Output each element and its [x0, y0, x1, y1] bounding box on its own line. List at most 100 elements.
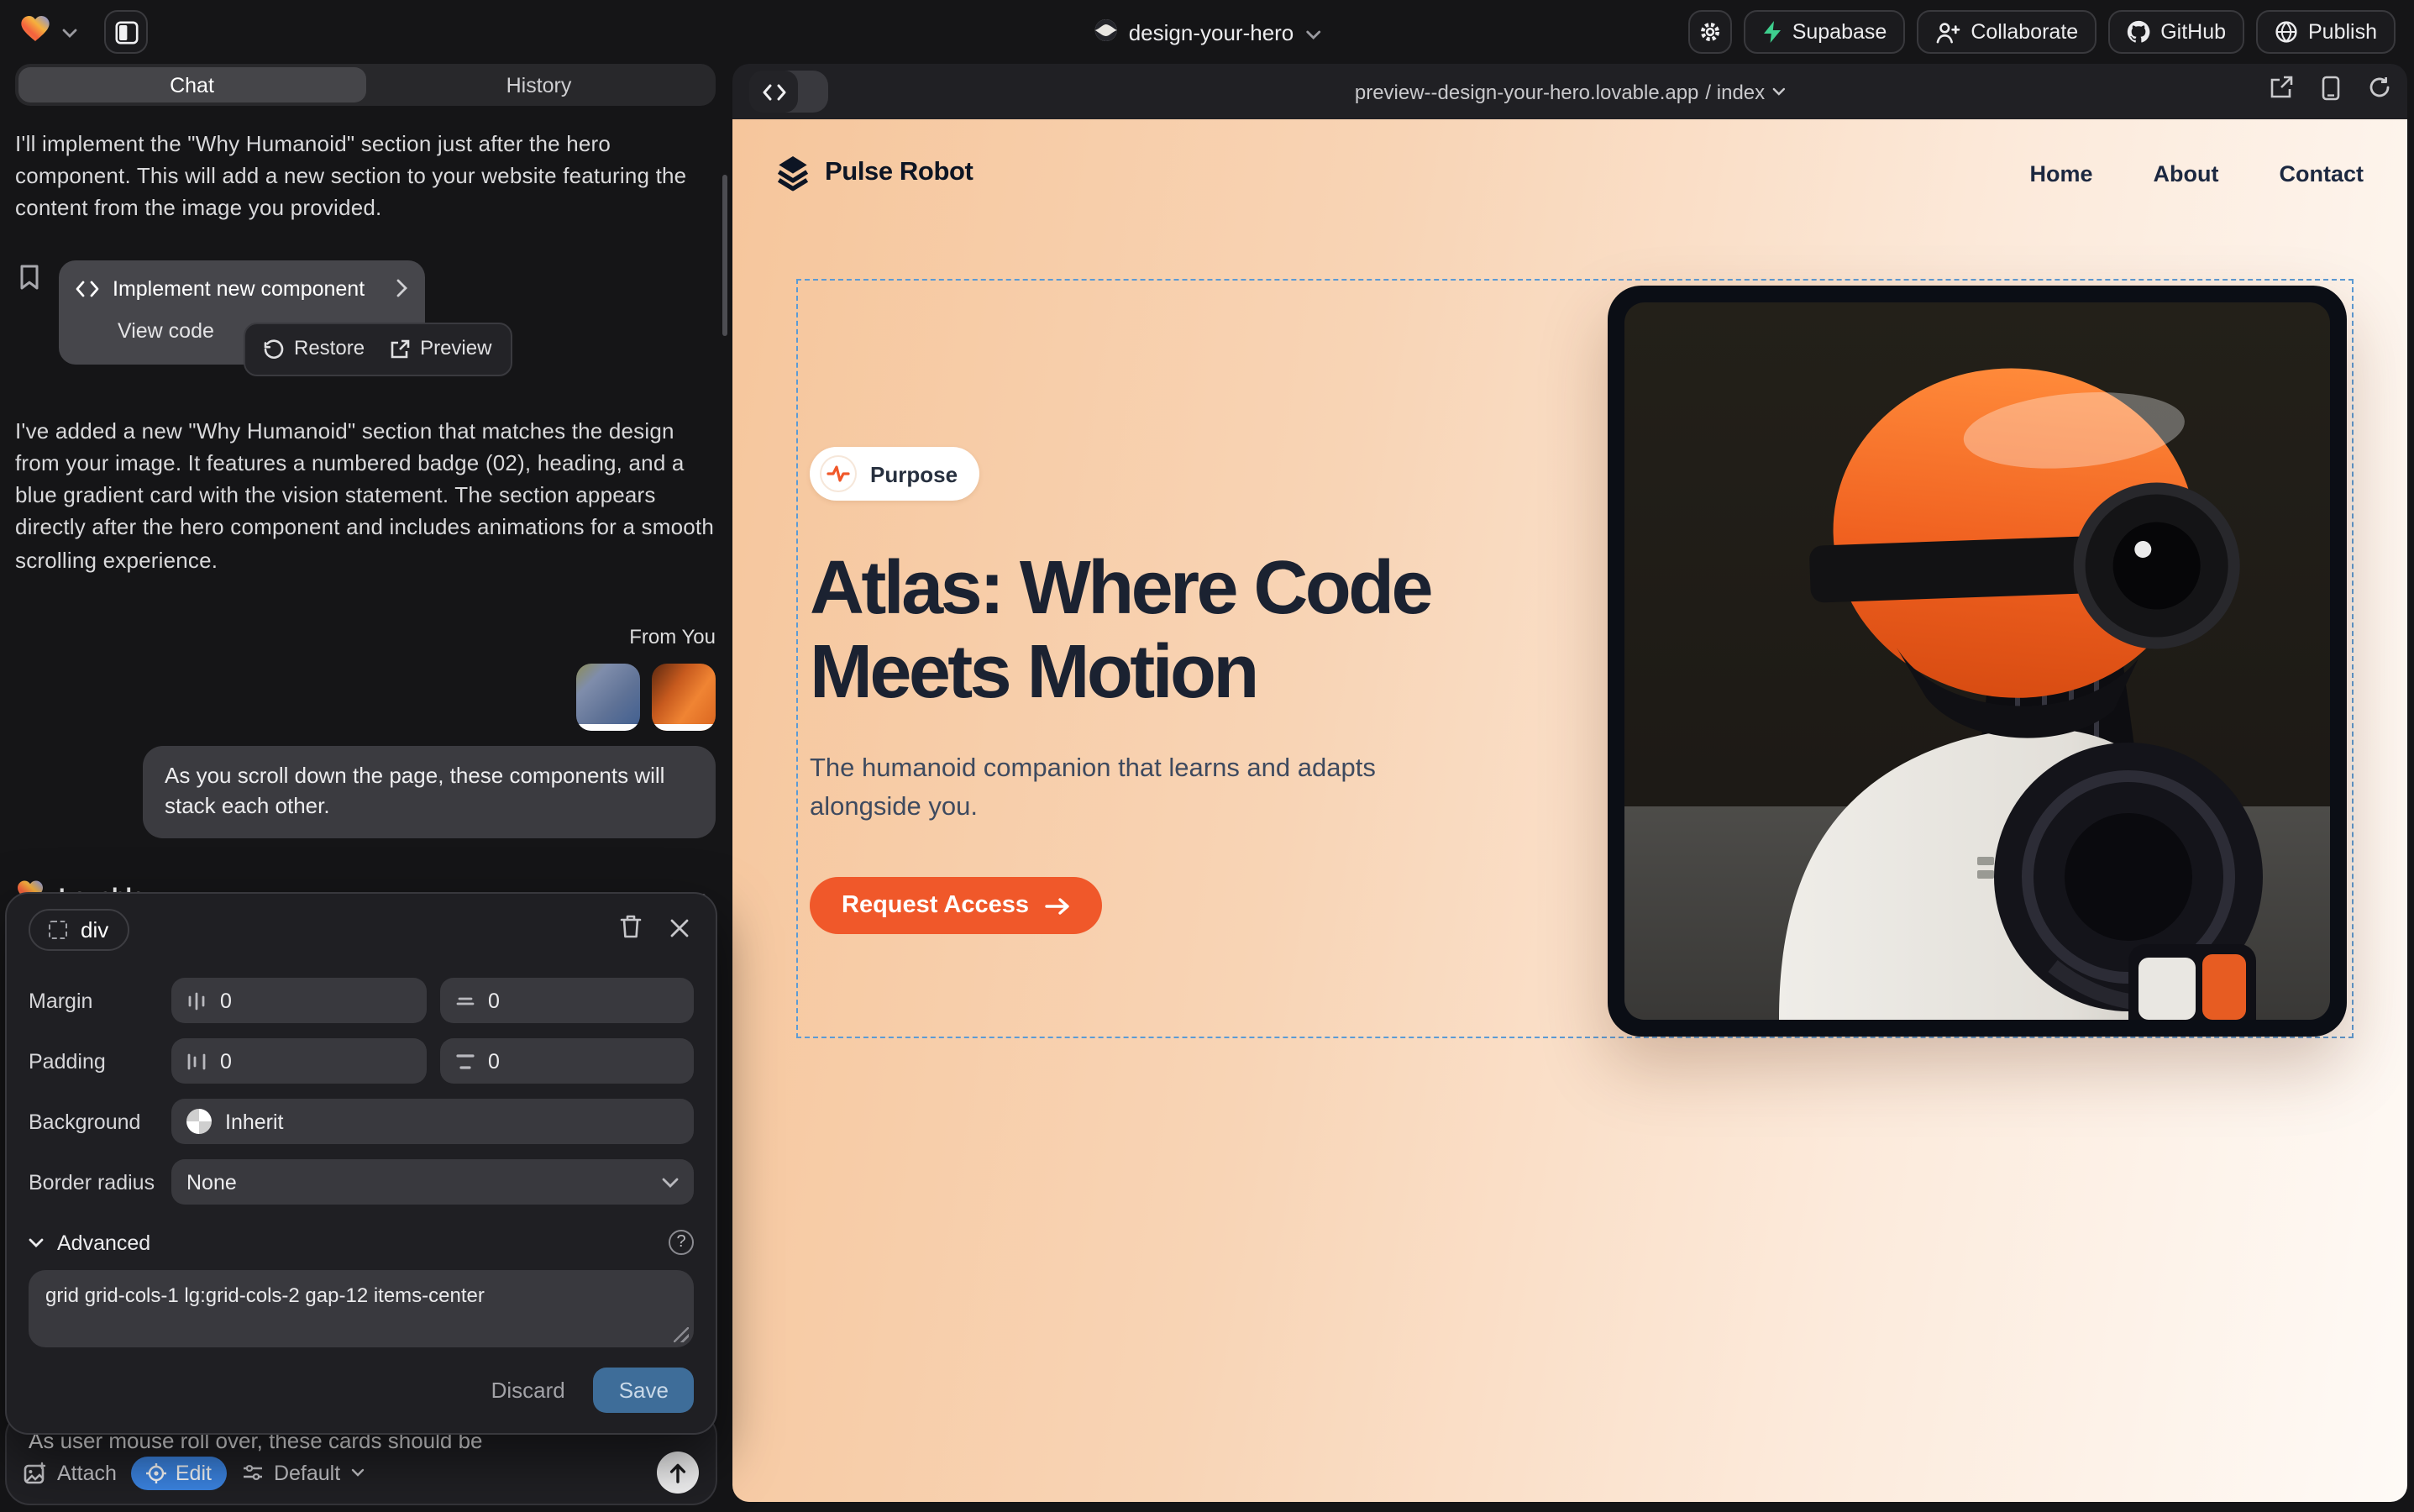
help-icon[interactable]: ?	[669, 1230, 694, 1255]
action-card-title: Implement new component	[113, 273, 383, 304]
restore-button[interactable]: Restore	[264, 334, 365, 365]
transparency-swatch-icon	[186, 1109, 212, 1134]
top-bar-actions: Supabase Collaborate GitHub Publish	[1688, 10, 2396, 54]
collaborate-icon	[1935, 21, 1960, 43]
border-radius-row: Border radius None	[7, 1159, 716, 1205]
top-bar: design-your-hero Supabase Collaborate Gi…	[0, 0, 2414, 64]
purpose-badge: Purpose	[810, 447, 979, 501]
project-switcher[interactable]: design-your-hero	[1094, 18, 1321, 46]
from-you-label: From You	[15, 623, 716, 654]
code-icon	[76, 281, 99, 297]
nav-about[interactable]: About	[2154, 160, 2219, 186]
inspector-footer: Discard Save	[7, 1347, 716, 1413]
margin-y-icon	[454, 990, 475, 1011]
site-brand[interactable]: Pulse Robot	[776, 155, 973, 192]
tailwind-classes-textarea[interactable]: grid grid-cols-1 lg:grid-cols-2 gap-12 i…	[29, 1270, 694, 1347]
layers-logo-icon	[776, 155, 810, 192]
preview-tools	[2270, 75, 2390, 108]
open-in-new-tab-button[interactable]	[2270, 76, 2293, 108]
project-name: design-your-hero	[1129, 19, 1294, 45]
margin-label: Margin	[29, 989, 171, 1012]
publish-globe-icon	[2275, 20, 2298, 44]
advanced-label: Advanced	[57, 1231, 150, 1254]
restore-preview-toolbar: Restore Preview	[244, 323, 512, 376]
save-button[interactable]: Save	[594, 1368, 694, 1413]
arrow-right-icon	[1044, 897, 1069, 916]
chevron-down-icon	[1771, 87, 1785, 96]
element-inspector-panel: div Margin 0 0	[5, 892, 717, 1435]
model-mode-select[interactable]: Default	[242, 1461, 364, 1484]
tab-history[interactable]: History	[365, 67, 712, 102]
send-arrow-icon	[669, 1462, 687, 1483]
hero-robot-card	[1608, 286, 2347, 1037]
dashed-box-icon	[49, 921, 67, 939]
nav-contact[interactable]: Contact	[2280, 160, 2364, 186]
attachment-thumbnail-orange[interactable]	[652, 663, 716, 730]
code-icon	[762, 83, 785, 100]
github-button[interactable]: GitHub	[2108, 10, 2244, 54]
edit-mode-button[interactable]: Edit	[132, 1456, 227, 1489]
send-button[interactable]	[657, 1452, 699, 1494]
top-bar-left	[18, 10, 148, 54]
tab-chat[interactable]: Chat	[18, 67, 365, 102]
attachment-thumbnails	[15, 663, 716, 730]
preview-button[interactable]: Preview	[390, 334, 491, 365]
chevron-down-icon	[350, 1468, 364, 1477]
attach-image-icon	[24, 1461, 47, 1484]
lovable-logo-icon[interactable]	[18, 11, 52, 53]
sidebar-toggle-button[interactable]	[104, 10, 148, 54]
pulse-icon	[820, 455, 857, 492]
user-message-row: As you scroll down the page, these compo…	[15, 745, 716, 838]
margin-x-icon	[186, 990, 207, 1011]
publish-button[interactable]: Publish	[2256, 10, 2396, 54]
robot-image	[1624, 302, 2330, 1020]
selected-element-chip[interactable]: div	[29, 909, 129, 951]
crosshair-icon	[147, 1462, 167, 1483]
supabase-button[interactable]: Supabase	[1744, 10, 1906, 54]
github-icon	[2127, 20, 2150, 44]
composer-controls: Attach Edit Default	[24, 1452, 699, 1494]
site-nav: Home About Contact	[2030, 160, 2364, 186]
delete-element-button[interactable]	[620, 913, 642, 947]
background-input[interactable]: Inherit	[171, 1099, 694, 1144]
selected-element-tag: div	[81, 917, 108, 942]
discard-button[interactable]: Discard	[491, 1378, 565, 1403]
project-favicon-icon	[1094, 18, 1117, 46]
padding-label: Padding	[29, 1049, 171, 1073]
background-row: Background Inherit	[7, 1099, 716, 1144]
chevron-down-icon	[662, 1177, 679, 1187]
chevron-right-icon	[396, 280, 408, 298]
external-link-icon	[390, 339, 410, 360]
request-access-button[interactable]: Request Access	[810, 878, 1101, 935]
logo-chevron-down-icon[interactable]	[62, 17, 77, 47]
advanced-section-toggle[interactable]: Advanced ?	[7, 1230, 716, 1255]
padding-y-icon	[454, 1051, 475, 1071]
user-message-bubble: As you scroll down the page, these compo…	[143, 745, 716, 838]
hero-content: Purpose Atlas: Where Code Meets Motion T…	[810, 447, 1532, 935]
padding-y-input[interactable]: 0	[439, 1038, 694, 1084]
chat-scrollbar[interactable]	[722, 175, 727, 336]
site-header: Pulse Robot Home About Contact	[732, 119, 2407, 227]
padding-x-icon	[186, 1051, 207, 1071]
assistant-message-1: I'll implement the "Why Humanoid" sectio…	[15, 128, 716, 224]
refresh-button[interactable]	[2369, 76, 2390, 108]
padding-row: Padding 0 0	[7, 1038, 716, 1084]
bookmark-icon[interactable]	[18, 263, 45, 364]
nav-home[interactable]: Home	[2030, 160, 2093, 186]
border-radius-select[interactable]: None	[171, 1159, 694, 1205]
project-chevron-down-icon	[1305, 19, 1320, 45]
close-inspector-button[interactable]	[670, 915, 689, 945]
attach-button[interactable]: Attach	[24, 1461, 117, 1484]
chevron-down-icon	[29, 1237, 44, 1247]
app-window: design-your-hero Supabase Collaborate Gi…	[0, 0, 2414, 1512]
code-view-toggle[interactable]	[749, 71, 828, 113]
site-preview: Pulse Robot Home About Contact Purpose	[732, 119, 2407, 1502]
margin-y-input[interactable]: 0	[439, 978, 694, 1023]
mobile-view-button[interactable]	[2322, 75, 2340, 108]
margin-x-input[interactable]: 0	[171, 978, 426, 1023]
preview-url[interactable]: preview--design-your-hero.lovable.app / …	[1355, 80, 1785, 103]
padding-x-input[interactable]: 0	[171, 1038, 426, 1084]
collaborate-button[interactable]: Collaborate	[1917, 10, 2097, 54]
attachment-thumbnail-blue[interactable]	[576, 663, 640, 730]
settings-button[interactable]	[1688, 10, 1732, 54]
